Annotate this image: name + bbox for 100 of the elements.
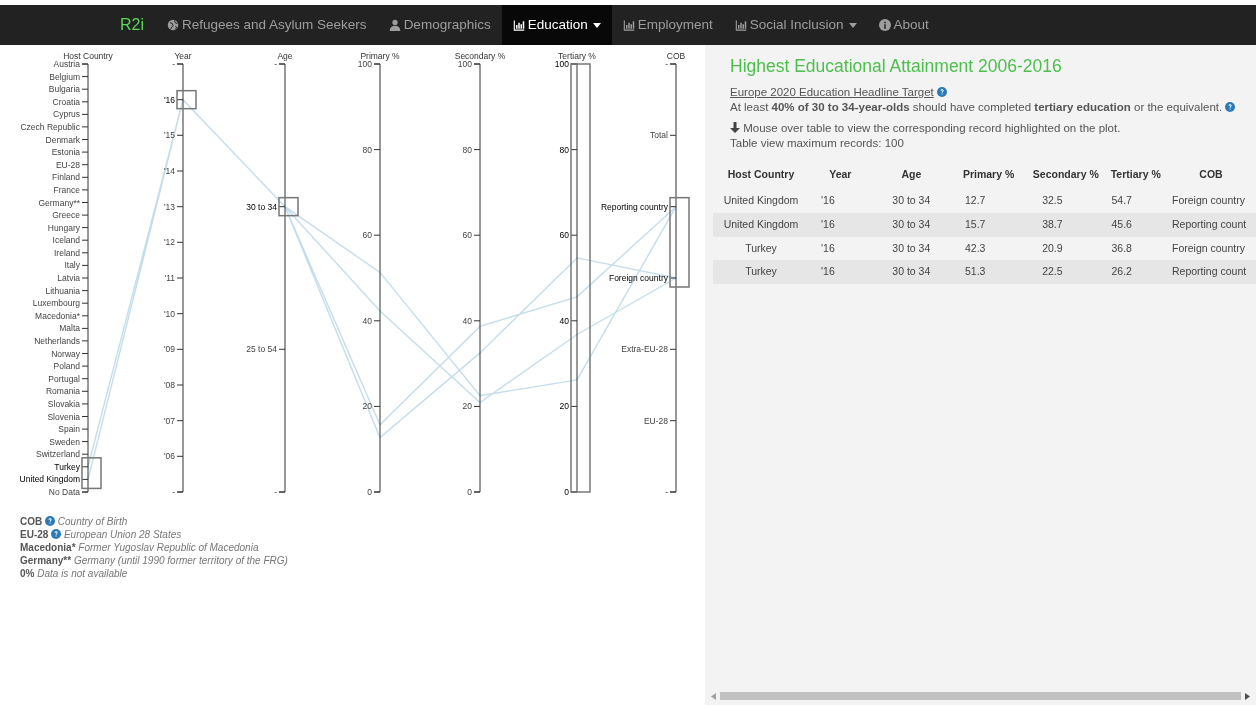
axis-tick-label: EU-28 xyxy=(55,159,80,170)
axis-tick-label: Denmark xyxy=(45,134,80,145)
legend-entry: Macedonia* Former Yugoslav Republic of Macedonia xyxy=(20,541,260,554)
nav-item[interactable]: Employment xyxy=(611,5,724,45)
table-cell: 54.7 xyxy=(1105,189,1166,213)
axis-tick-label: '15 xyxy=(163,130,175,141)
axis-tick-label: Germany** xyxy=(38,197,80,208)
axis-title: Host Country xyxy=(63,51,113,61)
table-cell: 20.9 xyxy=(1026,236,1106,261)
help-icon[interactable] xyxy=(45,516,55,526)
help-icon[interactable] xyxy=(51,529,62,539)
column-header[interactable]: COB xyxy=(1166,163,1256,189)
axis-tick-label: '07 xyxy=(163,415,175,426)
axis-tick-label: 100 xyxy=(457,59,472,69)
axis-tick-label: Estonia xyxy=(51,147,80,158)
axis-title: Primary % xyxy=(360,51,400,61)
help-icon[interactable] xyxy=(936,87,947,98)
column-header[interactable]: Year xyxy=(809,163,872,189)
axis-tick-label: Lithuania xyxy=(45,285,80,296)
nav-item[interactable]: Refugees and Asylum Seekers xyxy=(156,5,378,45)
axis-tick-label: Slovakia xyxy=(47,398,80,409)
axis-tick-label: United Kingdom xyxy=(19,474,80,485)
axis-tick-label: 40 xyxy=(362,315,372,326)
nav-item[interactable]: About xyxy=(867,5,940,45)
axis-tick-label: Austria xyxy=(53,59,80,69)
column-header[interactable]: Host Country xyxy=(713,163,810,189)
table-cell: Turkey xyxy=(713,236,810,261)
brush-selection[interactable] xyxy=(570,63,591,493)
axis-tick-label: Romania xyxy=(45,386,80,397)
axis-tick-label: 20 xyxy=(362,401,372,412)
axis-tick-label: 25 to 54 xyxy=(246,344,277,355)
column-header[interactable]: Tertiary % xyxy=(1105,163,1166,189)
axis-tick-label: '11 xyxy=(164,273,175,283)
axis-title: Age xyxy=(277,51,293,61)
scroll-left-icon[interactable] xyxy=(711,692,716,700)
table-cell: 42.3 xyxy=(951,236,1027,261)
legend-entry: 0% Data is not available xyxy=(20,567,129,580)
axis-tick-label: - xyxy=(665,59,668,69)
table-cell: 32.5 xyxy=(1026,189,1106,213)
axis-tick-label: 60 xyxy=(559,230,569,241)
help-icon[interactable] xyxy=(1225,102,1236,113)
brush-selection[interactable] xyxy=(176,89,197,110)
axis-title: Year xyxy=(174,51,192,61)
axis-tick-label: 100 xyxy=(554,59,569,69)
table-cell: 36.8 xyxy=(1105,236,1166,261)
axis-tick-label: Sweden xyxy=(49,436,80,447)
axis-tick-label: 60 xyxy=(462,230,472,241)
axis-tick-label: Hungary xyxy=(47,222,80,233)
bar-chart-icon xyxy=(512,19,525,31)
table-cell: '16 xyxy=(809,260,872,284)
axis-tick-label: Foreign country xyxy=(608,273,668,283)
axis-tick-label: '16 xyxy=(163,94,175,105)
axis-tick-label: 20 xyxy=(462,401,472,412)
table-cell: Reporting count xyxy=(1166,212,1256,237)
axis-tick-label: Extra-EU-28 xyxy=(621,344,668,355)
axis-tick-label: France xyxy=(53,184,80,195)
axis-tick-label: No Data xyxy=(48,487,80,497)
axis-tick-label: - xyxy=(274,487,277,497)
axis-tick-label: - xyxy=(665,487,668,497)
nav-item[interactable]: Demographics xyxy=(377,5,502,45)
column-header[interactable]: Age xyxy=(871,163,951,189)
hint-text: Mouse over table to view the corresponding record highlighted on the plot. xyxy=(743,122,1121,135)
axis-tick-label: Italy xyxy=(64,260,80,271)
axis-tick-label: Malta xyxy=(59,323,80,334)
axis-tick-label: Greece xyxy=(52,210,80,221)
axis-tick-label: '12 xyxy=(163,237,175,248)
brush-selection[interactable] xyxy=(669,196,690,288)
axis-title: Tertiary % xyxy=(558,51,596,61)
table-cell: 51.3 xyxy=(951,260,1027,284)
axis-tick-label: Total xyxy=(650,130,668,141)
table-cell: 30 to 34 xyxy=(871,212,951,237)
table-cell: 15.7 xyxy=(951,212,1027,237)
axis-tick-label: Latvia xyxy=(57,273,80,283)
column-header[interactable]: Primary % xyxy=(951,163,1027,189)
axis-tick-label: 20 xyxy=(559,401,569,412)
bar-chart-icon xyxy=(622,19,635,31)
table-cell: 12.7 xyxy=(951,189,1027,213)
brush-selection[interactable] xyxy=(278,196,299,217)
bar-chart-icon xyxy=(734,19,747,31)
brush-selection[interactable] xyxy=(81,457,102,490)
axis-tick-label: 80 xyxy=(362,144,372,155)
target-link[interactable]: Europe 2020 Education Headline Target xyxy=(730,86,934,99)
axis-tick-label: - xyxy=(274,59,277,69)
table-cell: 22.5 xyxy=(1026,260,1106,284)
axis-tick-label: Luxembourg xyxy=(32,298,80,309)
nav-item[interactable]: Education xyxy=(501,5,612,45)
axis-tick-label: Finland xyxy=(52,172,80,183)
axis-tick-label: '06 xyxy=(163,451,175,462)
nav-item[interactable]: Social Inclusion xyxy=(723,5,868,45)
axis-tick-label: 0 xyxy=(564,487,569,497)
axis-tick-label: 100 xyxy=(357,59,372,69)
brand-logo[interactable]: R2i xyxy=(108,5,156,45)
table-cell: 26.2 xyxy=(1105,260,1166,284)
column-header[interactable]: Secondary % xyxy=(1026,163,1106,189)
scroll-right-icon[interactable] xyxy=(1245,692,1250,700)
horizontal-scrollbar[interactable] xyxy=(711,691,1250,701)
axis-title: Secondary % xyxy=(454,51,506,61)
table-cell: 38.7 xyxy=(1026,212,1106,237)
axis-tick-label: Iceland xyxy=(52,235,80,246)
table-cell: Turkey xyxy=(713,260,810,284)
